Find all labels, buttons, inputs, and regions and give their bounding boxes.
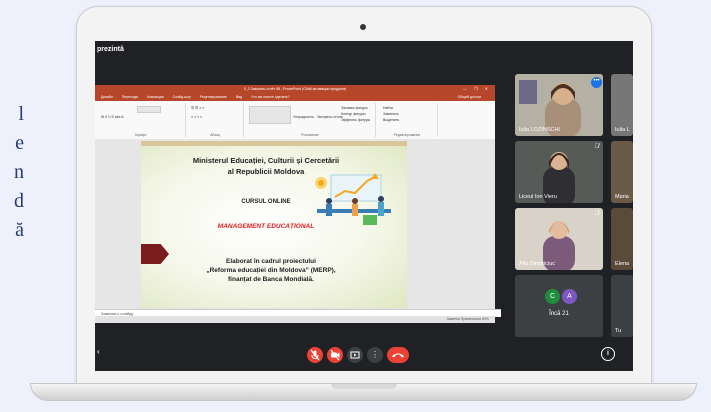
meeting-controls: ‹ ⋮ i xyxy=(95,341,633,371)
shape-outline-button[interactable]: Контур фигуры xyxy=(341,112,365,116)
group-label-drawing: Рисование xyxy=(301,133,319,137)
camera-off-icon xyxy=(330,349,340,361)
more-options-icon[interactable]: ••• xyxy=(591,77,602,88)
ppt-title-bar: 0_3 Заказать-отчёт 98 - PowerPoint (Сбой… xyxy=(95,85,495,93)
slide-editor-area: Ministerul Educației, Culturii și Cercet… xyxy=(95,139,495,309)
funded-line: finanțat de Banca Mondială. xyxy=(228,276,314,283)
mic-off-icon: 🎙̸ xyxy=(594,211,600,217)
slide-project-text: Elaborat în cadrul proiectului „Reforma … xyxy=(181,257,361,284)
participant-tile[interactable]: Iulia L xyxy=(611,74,633,136)
tab-transitions[interactable]: Переходы xyxy=(122,95,138,99)
share-button[interactable]: Общий доступ xyxy=(457,93,481,101)
tell-me-search[interactable]: Что вы хотите сделать? xyxy=(251,95,290,99)
mic-off-icon: 🎙̸ xyxy=(594,144,600,150)
hangup-button[interactable] xyxy=(387,347,409,363)
project-line: „Reforma educației din Moldova” (MERP), xyxy=(206,267,336,274)
mic-toggle-button[interactable] xyxy=(307,347,323,363)
more-options-button[interactable]: ⋮ xyxy=(367,347,383,363)
side-char: d xyxy=(14,190,24,212)
paragraph-group: ☰ ☰ ≡ ≡ ≡ ≡ ≡ ≡ Абзац xyxy=(187,103,244,137)
group-label-font: Шрифт xyxy=(135,133,147,137)
elaborat-line: Elaborat în cadrul proiectului xyxy=(226,258,316,265)
current-slide[interactable]: Ministerul Educației, Culturii și Cercet… xyxy=(141,141,407,308)
participant-tile[interactable]: 🎙̸ Alla Dimitriciuc xyxy=(515,208,603,270)
shape-fill-button[interactable]: Заливка фигуры xyxy=(341,106,368,110)
ppt-status-bar: Заметки Примечания 69% xyxy=(95,316,495,323)
info-icon[interactable]: i xyxy=(601,347,615,361)
shapes-gallery[interactable] xyxy=(249,106,291,124)
participant-name: Alla Dimitriciuc xyxy=(519,261,556,267)
participant-name: Maria xyxy=(615,194,629,200)
ministry-line: Ministerul Educației, Culturii și Cercet… xyxy=(192,156,340,165)
webcam-dot xyxy=(360,24,366,30)
hangup-icon xyxy=(392,353,404,358)
camera-toggle-button[interactable] xyxy=(327,347,343,363)
laptop-notch xyxy=(331,384,397,389)
side-char: l xyxy=(18,103,24,125)
font-group: Ж К Ч S abc A Шрифт xyxy=(97,103,186,137)
participant-name: Liceul Ion Vieru xyxy=(519,194,557,200)
group-label-paragraph: Абзац xyxy=(210,133,220,137)
self-tile[interactable]: Tu xyxy=(611,275,633,337)
collapse-chevron-icon[interactable]: ‹ xyxy=(97,347,100,356)
presenting-label: prezintă xyxy=(97,46,124,53)
meet-screen: prezintă 0_3 Заказать-отчёт 98 - PowerPo… xyxy=(95,41,633,371)
laptop-base xyxy=(30,383,697,401)
participant-name: Iulia L xyxy=(615,127,630,133)
mic-off-icon xyxy=(310,349,320,361)
laptop-lid: prezintă 0_3 Заказать-отчёт 98 - PowerPo… xyxy=(76,6,652,386)
business-illustration xyxy=(315,173,391,225)
select-button[interactable]: Выделить xyxy=(383,118,399,122)
avatar: A xyxy=(562,289,577,304)
ppt-ribbon-tabs: Дизайн Переходы Анимация Слайд-шоу Рецен… xyxy=(95,93,495,101)
ppt-ribbon: Ж К Ч S abc A Шрифт ☰ ☰ ≡ ≡ ≡ ≡ ≡ ≡ Абза… xyxy=(95,101,495,140)
more-vert-icon: ⋮ xyxy=(371,350,379,359)
others-tile[interactable]: C A Încă 21 xyxy=(515,275,603,337)
others-count: Încă 21 xyxy=(549,311,569,317)
tab-design[interactable]: Дизайн xyxy=(101,95,113,99)
present-button[interactable] xyxy=(347,347,363,363)
font-size-box[interactable] xyxy=(137,106,161,113)
shape-effects-button[interactable]: Эффекты фигуры xyxy=(341,118,370,122)
participant-name: Tu xyxy=(615,328,622,334)
align-icons[interactable]: ≡ ≡ ≡ ≡ xyxy=(191,115,202,119)
participant-tile-main[interactable]: ••• Iulia LOZINSCHI xyxy=(515,74,603,136)
find-button[interactable]: Найти xyxy=(383,106,393,110)
font-format-icons[interactable]: Ж К Ч S abc A xyxy=(101,115,124,119)
side-char: e xyxy=(15,132,24,154)
side-text: l e n d ă xyxy=(0,100,24,245)
shared-powerpoint-window: 0_3 Заказать-отчёт 98 - PowerPoint (Сбой… xyxy=(95,85,501,323)
avatar: C xyxy=(545,289,560,304)
participant-tile[interactable]: Maria xyxy=(611,141,633,203)
tab-slideshow[interactable]: Слайд-шоу xyxy=(173,95,191,99)
participant-tile[interactable]: Elena xyxy=(611,208,633,270)
group-label-editing: Редактирование xyxy=(393,133,421,137)
tab-animation[interactable]: Анимация xyxy=(147,95,163,99)
side-char: ă xyxy=(15,219,24,241)
ppt-window-title: 0_3 Заказать-отчёт 98 - PowerPoint (Сбой… xyxy=(243,87,347,91)
replace-button[interactable]: Заменить xyxy=(383,112,399,116)
list-icons[interactable]: ☰ ☰ ≡ ≡ xyxy=(191,106,204,110)
quick-styles-button[interactable]: Экспресс-стили xyxy=(317,115,343,119)
editing-group: Найти Заменить Выделить Редактирование xyxy=(377,103,438,137)
drawing-group: Упорядочить Экспресс-стили Заливка фигур… xyxy=(245,103,376,137)
tab-review[interactable]: Рецензирование xyxy=(200,95,227,99)
window-buttons: — ❐ ✕ xyxy=(462,86,491,91)
side-char: n xyxy=(14,161,24,183)
present-icon xyxy=(350,351,360,359)
participant-tile[interactable]: 🎙̸ Liceul Ion Vieru xyxy=(515,141,603,203)
participant-name: Elena xyxy=(615,261,630,267)
tab-view[interactable]: Вид xyxy=(236,95,242,99)
status-right: Заметки Примечания 69% xyxy=(446,317,489,321)
slide-arrow-shape xyxy=(141,244,169,264)
arrange-button[interactable]: Упорядочить xyxy=(293,115,314,119)
participant-name: Iulia LOZINSCHI xyxy=(519,127,560,133)
slide-top-band xyxy=(141,141,407,146)
